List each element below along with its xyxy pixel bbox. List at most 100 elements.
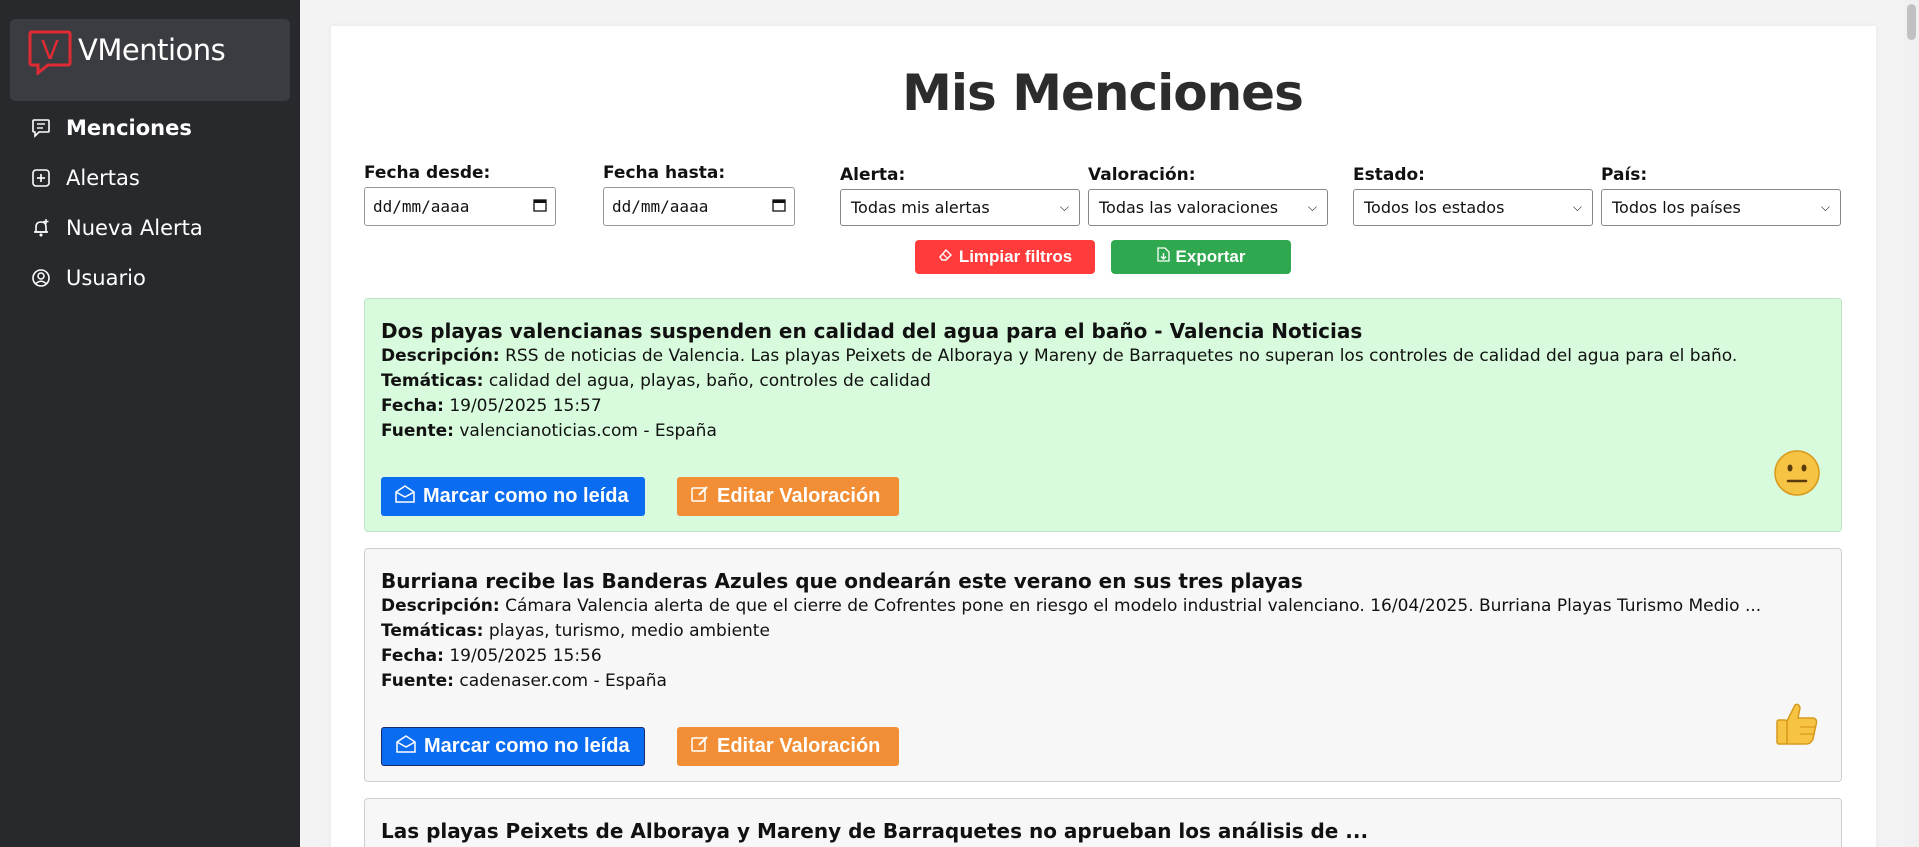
date-from-value: dd/mm/aaaa (373, 197, 470, 216)
page-title: Mis Menciones (902, 64, 1304, 122)
filter-label: Fecha hasta: (603, 163, 726, 183)
chevron-down-icon: ⌵ (1572, 200, 1582, 214)
mark-unread-button[interactable]: Marcar como no leída (381, 727, 645, 766)
edit-icon (691, 485, 709, 509)
field-label: Temáticas: (381, 371, 484, 391)
chevron-down-icon: ⌵ (1307, 200, 1317, 214)
mention-description: Descripción: Cámara Valencia alerta de q… (381, 596, 1761, 616)
mention-source: Fuente: cadenaser.com - España (381, 671, 667, 691)
main-content: Mis Menciones Fecha desde: dd/mm/aaaa Fe… (300, 0, 1919, 847)
thumbs-up-icon[interactable] (1773, 699, 1821, 747)
logo-letter: V (41, 36, 59, 66)
date-to-input[interactable]: dd/mm/aaaa (603, 187, 795, 226)
calendar-icon[interactable] (533, 197, 547, 216)
mention-title[interactable]: Las playas Peixets de Alboraya y Mareny … (381, 819, 1368, 843)
field-label: Fuente: (381, 421, 454, 441)
filter-date-from: Fecha desde: dd/mm/aaaa (364, 163, 556, 226)
sidebar-item-usuario[interactable]: Usuario (30, 261, 146, 295)
user-circle-icon (30, 267, 52, 289)
topics-text: playas, turismo, medio ambiente (488, 621, 770, 641)
export-label: Exportar (1175, 247, 1246, 266)
brand[interactable]: V VMentions (10, 19, 290, 101)
edit-icon (691, 735, 709, 759)
edit-rating-label: Editar Valoración (717, 735, 881, 757)
filter-label: País: (1601, 165, 1648, 185)
filter-rating: Valoración: Todas las valoraciones ⌵ (1088, 165, 1328, 226)
date-text: 19/05/2025 15:57 (449, 396, 602, 416)
plus-square-icon (30, 167, 52, 189)
sidebar-item-alertas[interactable]: Alertas (30, 161, 140, 195)
field-label: Fecha: (381, 396, 444, 416)
mark-unread-button[interactable]: Marcar como no leída (381, 477, 645, 516)
mention-card[interactable]: Dos playas valencianas suspenden en cali… (364, 298, 1842, 532)
scrollbar[interactable] (1904, 0, 1919, 847)
neutral-face-icon[interactable] (1773, 449, 1821, 497)
status-select[interactable]: Todos los estados ⌵ (1353, 189, 1593, 226)
date-to-value: dd/mm/aaaa (612, 197, 709, 216)
filter-label: Alerta: (840, 165, 906, 185)
description-text: Cámara Valencia alerta de que el cierre … (505, 596, 1762, 616)
clear-filters-label: Limpiar filtros (958, 247, 1073, 266)
eraser-icon (938, 247, 953, 267)
sidebar-item-nueva-alerta[interactable]: Nueva Alerta (30, 211, 203, 245)
mark-unread-label: Marcar como no leída (424, 735, 630, 757)
scrollbar-thumb[interactable] (1907, 4, 1916, 40)
mention-date: Fecha: 19/05/2025 15:56 (381, 646, 602, 666)
field-label: Fuente: (381, 671, 454, 691)
chevron-down-icon: ⌵ (1059, 200, 1069, 214)
field-label: Descripción: (381, 596, 500, 616)
alert-select[interactable]: Todas mis alertas ⌵ (840, 189, 1080, 226)
source-text: cadenaser.com - España (459, 671, 667, 691)
filter-label: Valoración: (1088, 165, 1196, 185)
mention-source: Fuente: valencianoticias.com - España (381, 421, 717, 441)
sidebar-item-label: Nueva Alerta (66, 216, 203, 240)
sidebar-item-label: Menciones (66, 116, 192, 140)
mention-title[interactable]: Dos playas valencianas suspenden en cali… (381, 319, 1362, 343)
file-export-icon (1156, 247, 1170, 267)
comment-icon (30, 117, 52, 139)
filter-date-to: Fecha hasta: dd/mm/aaaa (603, 163, 795, 226)
filter-status: Estado: Todos los estados ⌵ (1353, 165, 1593, 226)
rating-select[interactable]: Todas las valoraciones ⌵ (1088, 189, 1328, 226)
sidebar-item-menciones[interactable]: Menciones (30, 111, 192, 145)
sidebar: V VMentions Menciones Alertas Nueva Aler… (0, 0, 300, 847)
edit-rating-button[interactable]: Editar Valoración (677, 477, 899, 516)
sidebar-item-label: Alertas (66, 166, 140, 190)
chevron-down-icon: ⌵ (1820, 200, 1830, 214)
filter-label: Fecha desde: (364, 163, 491, 183)
country-select-value: Todos los países (1612, 198, 1741, 217)
rating-select-value: Todas las valoraciones (1099, 198, 1279, 217)
mention-title[interactable]: Burriana recibe las Banderas Azules que … (381, 569, 1303, 593)
description-text: RSS de noticias de Valencia. Las playas … (505, 346, 1738, 366)
date-text: 19/05/2025 15:56 (449, 646, 602, 666)
filter-alert: Alerta: Todas mis alertas ⌵ (840, 165, 1080, 226)
sidebar-item-label: Usuario (66, 266, 146, 290)
export-button[interactable]: Exportar (1111, 240, 1291, 274)
logo-icon: V (28, 30, 72, 75)
edit-rating-button[interactable]: Editar Valoración (677, 727, 899, 766)
mention-description: Descripción: RSS de noticias de Valencia… (381, 346, 1737, 366)
clear-filters-button[interactable]: Limpiar filtros (915, 240, 1095, 274)
envelope-open-icon (395, 484, 415, 509)
filter-label: Estado: (1353, 165, 1425, 185)
brand-name: VMentions (78, 33, 226, 67)
mark-unread-label: Marcar como no leída (423, 485, 629, 507)
source-text: valencianoticias.com - España (459, 421, 717, 441)
field-label: Fecha: (381, 646, 444, 666)
country-select[interactable]: Todos los países ⌵ (1601, 189, 1841, 226)
topics-text: calidad del agua, playas, baño, controle… (488, 371, 931, 391)
envelope-open-icon (396, 734, 416, 759)
mention-card[interactable]: Las playas Peixets de Alboraya y Mareny … (364, 798, 1842, 847)
mention-topics: Temáticas: calidad del agua, playas, bañ… (381, 371, 931, 391)
calendar-icon[interactable] (772, 197, 786, 216)
filter-country: País: Todos los países ⌵ (1601, 165, 1841, 226)
status-select-value: Todos los estados (1364, 198, 1505, 217)
edit-rating-label: Editar Valoración (717, 485, 881, 507)
field-label: Temáticas: (381, 621, 484, 641)
mention-card[interactable]: Burriana recibe las Banderas Azules que … (364, 548, 1842, 782)
field-label: Descripción: (381, 346, 500, 366)
date-from-input[interactable]: dd/mm/aaaa (364, 187, 556, 226)
mention-topics: Temáticas: playas, turismo, medio ambien… (381, 621, 770, 641)
mention-date: Fecha: 19/05/2025 15:57 (381, 396, 602, 416)
alert-select-value: Todas mis alertas (851, 198, 990, 217)
